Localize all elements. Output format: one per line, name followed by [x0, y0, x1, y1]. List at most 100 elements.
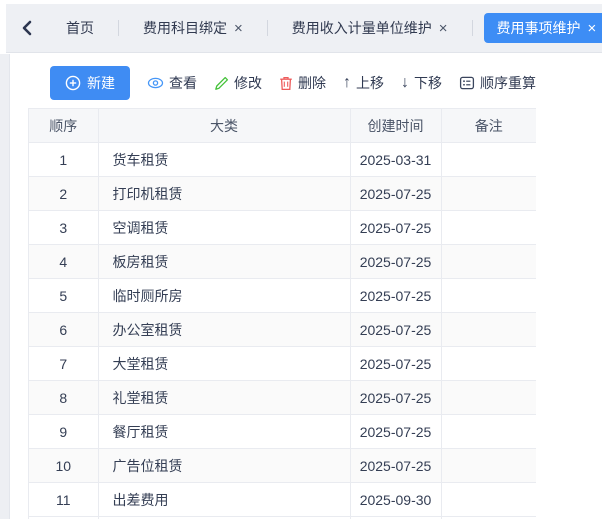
create-button-label: 新建: [87, 73, 115, 93]
tab-expense-subject-binding[interactable]: 费用科目绑定 ×: [119, 4, 267, 53]
edit-button-label: 修改: [234, 73, 262, 93]
column-header-remark: 备注: [441, 109, 536, 143]
table-row[interactable]: 3 空调租赁 2025-07-25: [29, 211, 536, 245]
app-window: 首页 费用科目绑定 × 费用收入计量单位维护 × 费用事项维护 × 新建: [0, 0, 602, 519]
view-button-label: 查看: [169, 73, 197, 93]
tab-expense-income-unit-maintenance[interactable]: 费用收入计量单位维护 ×: [268, 4, 472, 53]
recalculate-order-button[interactable]: 顺序重算: [459, 66, 536, 100]
cell-order[interactable]: 1: [29, 143, 98, 177]
cell-remark[interactable]: [441, 347, 536, 381]
table-row[interactable]: 5 临时厕所房 2025-07-25: [29, 279, 536, 313]
tab-label: 费用事项维护: [497, 18, 581, 38]
table-header: 顺序 大类 创建时间 备注: [29, 109, 536, 143]
cell-remark[interactable]: [441, 449, 536, 483]
table-row[interactable]: 7 大堂租赁 2025-07-25: [29, 347, 536, 381]
table-body: 1 货车租赁 2025-03-31 2 打印机租赁 2025-07-25 3 空…: [29, 143, 536, 517]
cell-order[interactable]: 11: [29, 483, 98, 517]
tab-expense-item-maintenance-active[interactable]: 费用事项维护 ×: [484, 13, 602, 43]
close-icon[interactable]: ×: [439, 21, 448, 36]
cell-order[interactable]: 3: [29, 211, 98, 245]
cell-created[interactable]: 2025-07-25: [350, 177, 441, 211]
cell-created[interactable]: 2025-07-25: [350, 245, 441, 279]
close-icon[interactable]: ×: [588, 21, 597, 36]
delete-button-label: 删除: [298, 73, 326, 93]
cell-category[interactable]: 货车租赁: [98, 143, 350, 177]
column-header-category: 大类: [98, 109, 350, 143]
recalculate-order-button-label: 顺序重算: [480, 73, 536, 93]
tab-label: 首页: [66, 18, 94, 38]
toolbar: 新建 查看 修改 删除 ↑ 上移 ↓ 下移: [50, 66, 536, 100]
create-button[interactable]: 新建: [50, 66, 130, 100]
cell-category[interactable]: 广告位租赁: [98, 449, 350, 483]
table-row[interactable]: 8 礼堂租赁 2025-07-25: [29, 381, 536, 415]
arrow-down-icon: ↓: [401, 75, 409, 91]
cell-order[interactable]: 2: [29, 177, 98, 211]
move-down-button-label: 下移: [414, 73, 442, 93]
tab-home[interactable]: 首页: [42, 4, 118, 53]
cell-created[interactable]: 2025-07-25: [350, 449, 441, 483]
cell-order[interactable]: 5: [29, 279, 98, 313]
table-row[interactable]: 9 餐厅租赁 2025-07-25: [29, 415, 536, 449]
column-header-order: 顺序: [29, 109, 98, 143]
cell-remark[interactable]: [441, 483, 536, 517]
column-header-created: 创建时间: [350, 109, 441, 143]
cell-created[interactable]: 2025-07-25: [350, 211, 441, 245]
close-icon[interactable]: ×: [234, 21, 243, 36]
cell-order[interactable]: 4: [29, 245, 98, 279]
table-row[interactable]: 2 打印机租赁 2025-07-25: [29, 177, 536, 211]
cell-created[interactable]: 2025-03-31: [350, 143, 441, 177]
move-down-button[interactable]: ↓ 下移: [401, 66, 442, 100]
table-row[interactable]: 4 板房租赁 2025-07-25: [29, 245, 536, 279]
tab-divider: [472, 20, 473, 36]
delete-button[interactable]: 删除: [279, 66, 326, 100]
back-button[interactable]: [12, 13, 42, 43]
move-up-button[interactable]: ↑ 上移: [343, 66, 384, 100]
edit-button[interactable]: 修改: [214, 66, 262, 100]
arrow-up-icon: ↑: [343, 75, 351, 91]
cell-category[interactable]: 办公室租赁: [98, 313, 350, 347]
table-row[interactable]: 10 广告位租赁 2025-07-25: [29, 449, 536, 483]
cell-order[interactable]: 9: [29, 415, 98, 449]
cell-order[interactable]: 7: [29, 347, 98, 381]
tab-label: 费用收入计量单位维护: [292, 18, 432, 38]
cell-remark[interactable]: [441, 211, 536, 245]
pencil-icon: [214, 76, 229, 91]
cell-remark[interactable]: [441, 177, 536, 211]
plus-circle-icon: [65, 75, 81, 91]
cell-category[interactable]: 出差费用: [98, 483, 350, 517]
table-row[interactable]: 11 出差费用 2025-09-30: [29, 483, 536, 517]
cell-created[interactable]: 2025-07-25: [350, 313, 441, 347]
move-up-button-label: 上移: [356, 73, 384, 93]
cell-category[interactable]: 临时厕所房: [98, 279, 350, 313]
cell-category[interactable]: 大堂租赁: [98, 347, 350, 381]
recalc-icon: [459, 75, 475, 91]
cell-order[interactable]: 6: [29, 313, 98, 347]
cell-category[interactable]: 打印机租赁: [98, 177, 350, 211]
chevron-left-icon: [20, 20, 34, 36]
cell-remark[interactable]: [441, 143, 536, 177]
trash-icon: [279, 76, 293, 91]
cell-remark[interactable]: [441, 381, 536, 415]
cell-remark[interactable]: [441, 245, 536, 279]
cell-created[interactable]: 2025-09-30: [350, 483, 441, 517]
cell-created[interactable]: 2025-07-25: [350, 415, 441, 449]
cell-created[interactable]: 2025-07-25: [350, 381, 441, 415]
cell-category[interactable]: 餐厅租赁: [98, 415, 350, 449]
left-gutter: [0, 54, 10, 519]
cell-created[interactable]: 2025-07-25: [350, 347, 441, 381]
tab-bar: 首页 费用科目绑定 × 费用收入计量单位维护 × 费用事项维护 ×: [6, 4, 602, 53]
cell-order[interactable]: 10: [29, 449, 98, 483]
cell-category[interactable]: 空调租赁: [98, 211, 350, 245]
table-row[interactable]: 1 货车租赁 2025-03-31: [29, 143, 536, 177]
cell-order[interactable]: 8: [29, 381, 98, 415]
table-row[interactable]: 6 办公室租赁 2025-07-25: [29, 313, 536, 347]
cell-category[interactable]: 礼堂租赁: [98, 381, 350, 415]
view-button[interactable]: 查看: [147, 66, 197, 100]
cell-remark[interactable]: [441, 279, 536, 313]
tab-label: 费用科目绑定: [143, 18, 227, 38]
cell-category[interactable]: 板房租赁: [98, 245, 350, 279]
cell-remark[interactable]: [441, 415, 536, 449]
cell-created[interactable]: 2025-07-25: [350, 279, 441, 313]
cell-remark[interactable]: [441, 313, 536, 347]
expense-items-table: 顺序 大类 创建时间 备注 1 货车租赁 2025-03-31 2 打印机租赁 …: [28, 108, 535, 519]
